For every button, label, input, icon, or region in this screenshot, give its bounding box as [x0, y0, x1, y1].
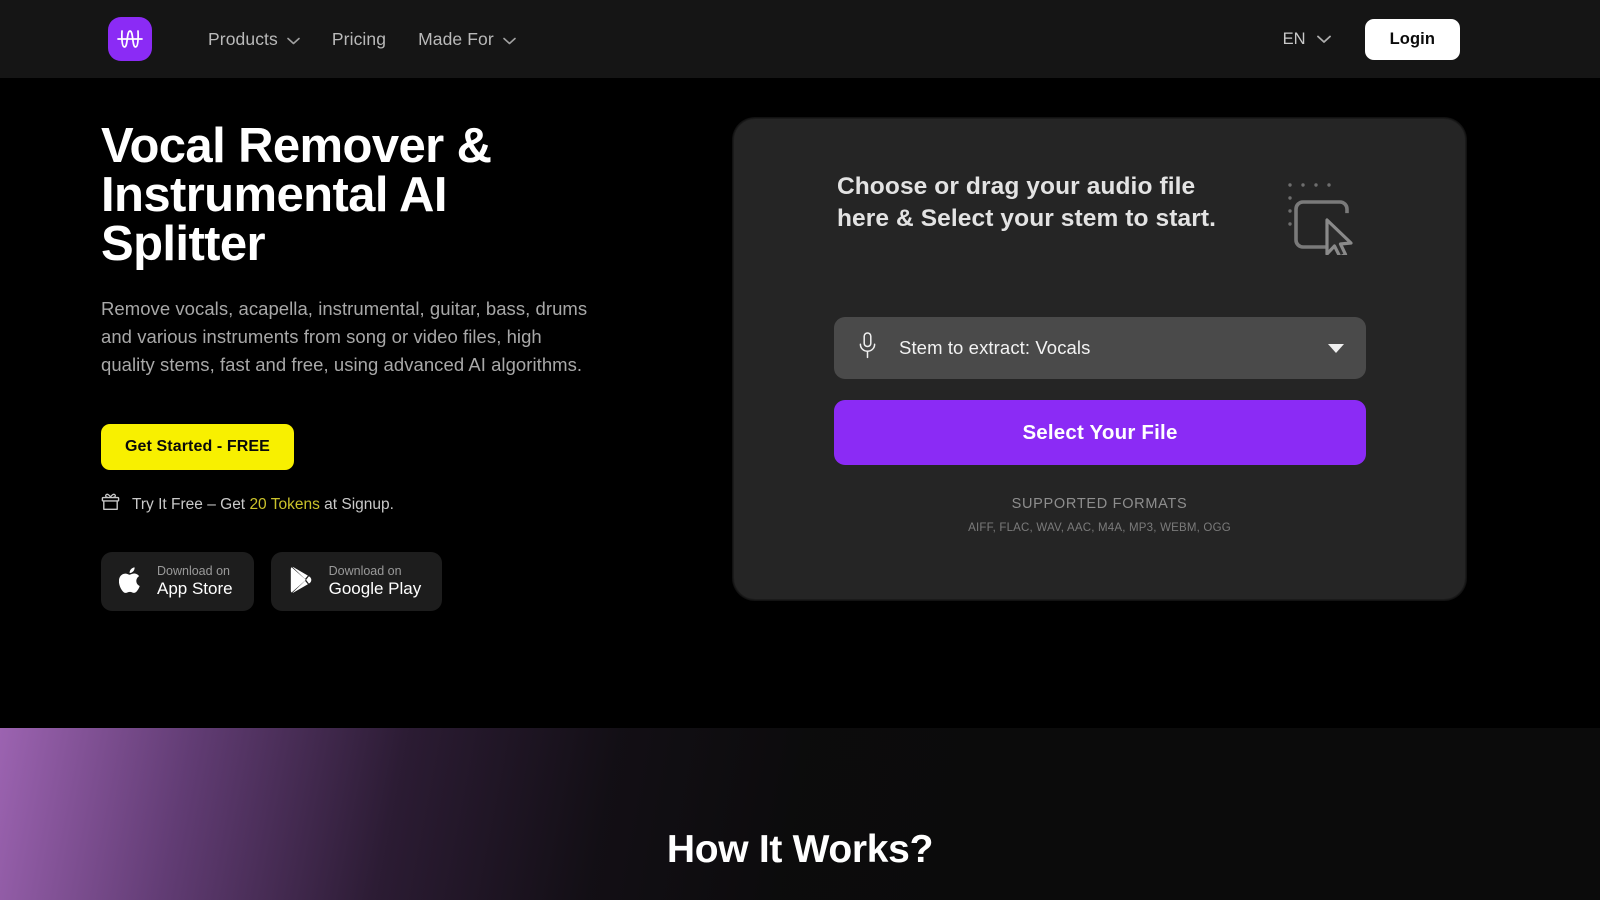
token-promo-prefix: Try It Free – Get	[132, 495, 250, 513]
upload-card-headline-line-2: here & Select your stem to start.	[836, 204, 1217, 232]
how-it-works-heading: How It Works?	[666, 828, 934, 871]
header-actions: EN Login	[1279, 18, 1460, 60]
upload-card[interactable]: Choose or drag your audio file here & Se…	[733, 118, 1466, 600]
login-button[interactable]: Login	[1364, 18, 1460, 60]
app-store-main-label: App Store	[157, 579, 233, 599]
nav-item-made-for-label: Made For	[418, 28, 494, 49]
drag-and-drop-cursor-icon	[1286, 179, 1362, 260]
caret-down-icon	[1328, 343, 1344, 353]
stem-select[interactable]: Stem to extract: Vocals	[834, 317, 1366, 379]
chevron-down-icon	[1316, 30, 1331, 49]
microphone-icon	[858, 332, 877, 364]
token-promo-suffix: at Signup.	[319, 495, 394, 513]
google-play-labels: Download on Google Play	[329, 564, 422, 599]
upload-card-header: Choose or drag your audio file here & Se…	[734, 119, 1465, 260]
stem-select-wrapper: Stem to extract: Vocals	[834, 317, 1366, 379]
supported-formats-title: SUPPORTED FORMATS	[1011, 496, 1188, 512]
upload-card-headline: Choose or drag your audio file here & Se…	[837, 171, 1216, 235]
app-store-labels: Download on App Store	[157, 564, 233, 599]
select-your-file-button[interactable]: Select Your File	[834, 400, 1366, 465]
chevron-down-icon	[287, 29, 300, 50]
app-store-sub-label: Download on	[157, 564, 230, 579]
nav-item-made-for[interactable]: Made For	[404, 20, 530, 59]
token-amount: 20 Tokens	[249, 495, 320, 513]
apple-icon	[118, 566, 143, 598]
nav-item-pricing[interactable]: Pricing	[318, 20, 400, 59]
supported-formats: SUPPORTED FORMATS AIFF, FLAC, WAV, AAC, …	[734, 496, 1465, 534]
hero-description: Remove vocals, acapella, instrumental, g…	[101, 298, 588, 376]
nav-item-products-label: Products	[208, 28, 278, 49]
page-title-line-3: Splitter	[101, 217, 266, 271]
main-nav: Products Pricing Made For	[194, 20, 530, 59]
page-title: Vocal Remover & Instrumental AI Splitter	[101, 122, 661, 269]
google-play-icon	[289, 566, 315, 597]
page-title-line-2: Instrumental AI	[101, 168, 447, 222]
stem-select-value: Stem to extract: Vocals	[899, 337, 1091, 358]
token-promo-text: Try It Free – Get 20 Tokens at Signup.	[132, 496, 394, 514]
language-selector[interactable]: EN	[1279, 24, 1335, 55]
upload-card-headline-line-1: Choose or drag your audio file	[836, 173, 1196, 200]
audio-waveform-logo-icon	[117, 28, 143, 50]
app-store-button[interactable]: Download on App Store	[101, 552, 254, 612]
get-started-button[interactable]: Get Started - FREE	[101, 424, 294, 471]
hero-section: Vocal Remover & Instrumental AI Splitter…	[101, 122, 661, 612]
gift-box-icon	[101, 493, 120, 516]
nav-item-products[interactable]: Products	[194, 20, 314, 59]
supported-formats-list: AIFF, FLAC, WAV, AAC, M4A, MP3, WEBM, OG…	[968, 522, 1231, 534]
token-promo: Try It Free – Get 20 Tokens at Signup.	[101, 493, 661, 516]
google-play-main-label: Google Play	[328, 579, 422, 599]
how-it-works-section: How It Works?	[0, 728, 1600, 900]
google-play-sub-label: Download on	[328, 564, 402, 579]
page-title-line-1: Vocal Remover &	[101, 119, 492, 173]
language-selector-label: EN	[1282, 29, 1306, 48]
app-store-badges: Download on App Store Download on Google…	[101, 552, 661, 612]
page-root: Products Pricing Made For EN Login Vocal…	[0, 0, 1600, 900]
google-play-button[interactable]: Download on Google Play	[270, 552, 443, 612]
chevron-down-icon	[502, 29, 516, 50]
site-header: Products Pricing Made For EN Login	[0, 0, 1600, 78]
app-logo[interactable]	[108, 17, 152, 61]
nav-item-pricing-label: Pricing	[331, 28, 387, 49]
